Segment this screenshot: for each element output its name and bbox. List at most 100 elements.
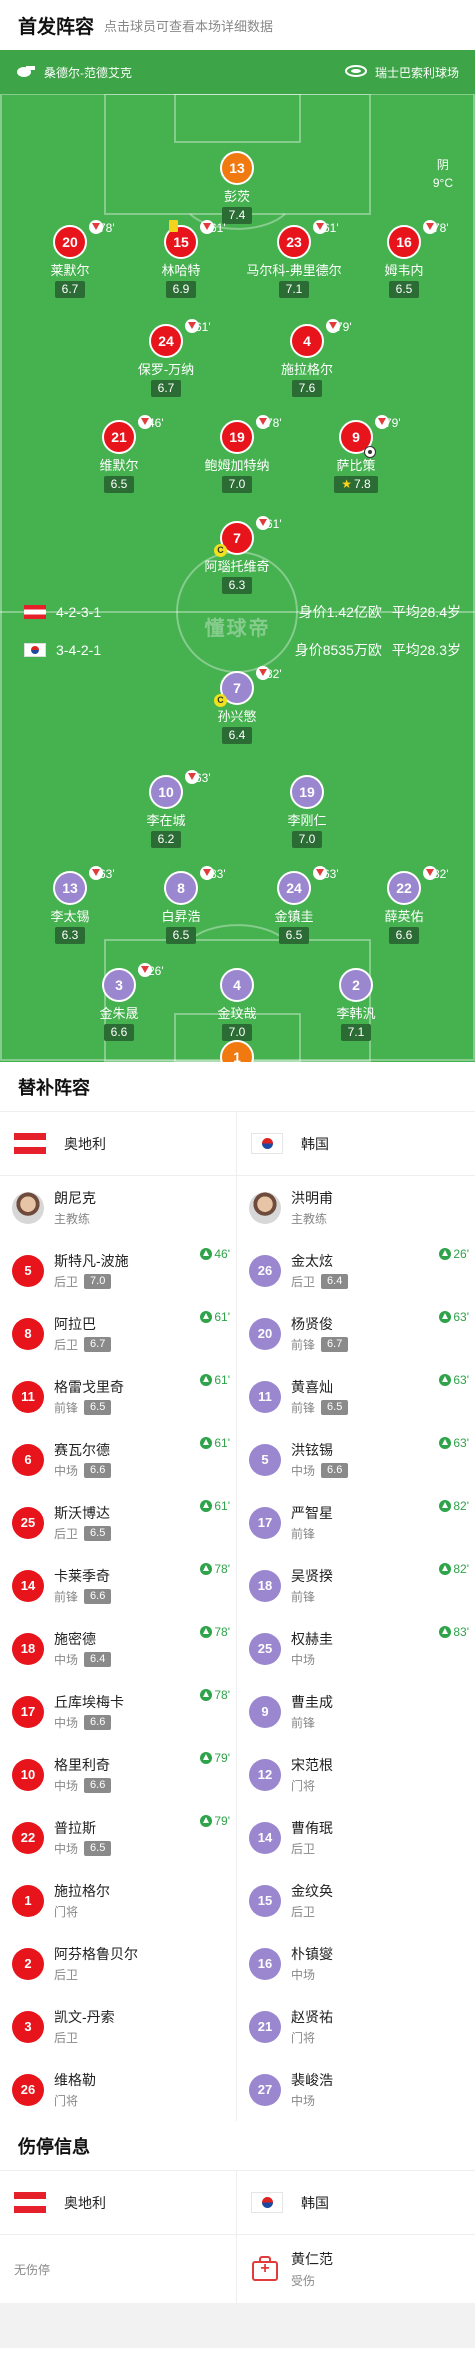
away-player-2[interactable]: 10 63' 李在城 6.2 <box>118 770 214 848</box>
bench-player-row[interactable]: 11 格雷戈里奇 前锋 6.5 61' <box>0 1365 236 1428</box>
home-coach-row[interactable]: 朗尼克 主教练 <box>0 1176 236 1239</box>
injury-row[interactable]: 黄仁范 受伤 <box>237 2235 475 2303</box>
sub-on-minute: 26' <box>453 1247 469 1261</box>
weather-temp: 9°C <box>432 176 453 190</box>
player-marker: 4 <box>220 968 254 1002</box>
bench-player-row[interactable]: 11 黄喜灿 前锋 6.5 63' <box>237 1365 475 1428</box>
bench-player-row[interactable]: 3 凯文-丹索 后卫 <box>0 1995 236 2058</box>
player-rating: 7.1 <box>340 1024 372 1041</box>
bench-player-rating: 6.6 <box>321 1462 349 1478</box>
away-player-3[interactable]: 19 李刚仁 7.0 <box>259 775 355 848</box>
player-marker: 7 61' C <box>214 516 282 557</box>
home-player-2[interactable]: 20 78' 莱默尔 6.7 <box>22 220 118 298</box>
bench-player-row[interactable]: 15 金纹奂 后卫 <box>237 1869 475 1932</box>
bench-player-row[interactable]: 18 吴贤揆 前锋 82' <box>237 1554 475 1617</box>
coach-role: 主教练 <box>54 1211 91 1226</box>
bench-player-row[interactable]: 17 丘库埃梅卡 中场 6.6 78' <box>0 1680 236 1743</box>
yellow-card-icon <box>169 220 178 232</box>
bench-player-row[interactable]: 26 金太炫 后卫 6.4 26' <box>237 1239 475 1302</box>
bench-player-row[interactable]: 26 维格勒 门将 <box>0 2058 236 2121</box>
away-player-7[interactable]: 22 82' 薛英佑 6.6 <box>356 866 452 944</box>
bench-player-position: 中场 <box>54 1778 79 1793</box>
home-coach-label: 桑德尔-范德艾克 <box>44 65 132 80</box>
sub-on-minute: 63' <box>453 1436 469 1450</box>
bench-player-row[interactable]: 12 宋范根 门将 <box>237 1743 475 1806</box>
home-player-4[interactable]: 23 61' 马尔科-弗里德尔 7.1 <box>246 220 342 298</box>
player-name: 莱默尔 <box>50 263 90 278</box>
player-marker: 4 79' <box>290 319 352 358</box>
sub-on-icon <box>200 1752 213 1764</box>
away-player-9[interactable]: 4 金玟哉 7.0 <box>189 968 285 1041</box>
austria-flag-icon <box>14 1133 46 1154</box>
bench-player-row[interactable]: 21 赵贤祐 门将 <box>237 1995 475 2058</box>
player-rating-value: 6.5 <box>395 282 413 296</box>
bench-player-number: 27 <box>249 2073 281 2106</box>
bench-player-row[interactable]: 16 朴镇燮 中场 <box>237 1932 475 1995</box>
bench-player-number: 16 <box>249 1947 281 1980</box>
bench-player-row[interactable]: 20 杨贤俊 前锋 6.7 63' <box>237 1302 475 1365</box>
bench-player-row[interactable]: 27 裴峻浩 中场 <box>237 2058 475 2121</box>
away-player-6[interactable]: 24 63' 金镇圭 6.5 <box>246 866 342 944</box>
bench-player-row[interactable]: 17 严智星 前锋 82' <box>237 1491 475 1554</box>
bench-player-name: 朴镇燮 <box>291 1945 333 1962</box>
away-injury: 韩国 黄仁范 受伤 <box>237 2171 475 2303</box>
bench-player-row[interactable]: 14 卡莱季奇 前锋 6.6 78' <box>0 1554 236 1617</box>
page-footer <box>0 2303 475 2348</box>
away-bench-team[interactable]: 韩国 <box>237 1112 475 1176</box>
away-player-4[interactable]: 13 63' 李太锡 6.3 <box>22 866 118 944</box>
bench-player-row[interactable]: 1 施拉格尔 门将 <box>0 1869 236 1932</box>
bench-player-number: 12 <box>249 1758 281 1791</box>
bench-player-row[interactable]: 14 曹侑珉 后卫 <box>237 1806 475 1869</box>
home-player-5[interactable]: 16 78' 姆韦内 6.5 <box>356 220 452 298</box>
sub-on-indicator: 82' <box>439 1562 469 1576</box>
bench-player-position: 后卫 <box>54 1967 79 1982</box>
away-player-1[interactable]: 7 82' C 孙兴慜 6.4 <box>189 666 285 744</box>
away-player-8[interactable]: 3 26' 金朱晟 6.6 <box>71 963 167 1041</box>
home-player-11[interactable]: 7 61' C 阿瑙托维奇 6.3 <box>189 516 285 594</box>
bench-player-row[interactable]: 25 斯沃博达 后卫 6.5 61' <box>0 1491 236 1554</box>
bench-player-name: 斯沃博达 <box>54 1504 110 1521</box>
bench-player-row[interactable]: 18 施密德 中场 6.4 78' <box>0 1617 236 1680</box>
stadium-label: 瑞士巴索利球场 <box>374 65 459 80</box>
away-injury-team[interactable]: 韩国 <box>237 2171 475 2235</box>
player-number: 8 <box>164 871 198 905</box>
bench-player-row[interactable]: 6 赛瓦尔德 中场 6.6 61' <box>0 1428 236 1491</box>
player-rating-value: 7.0 <box>298 832 316 846</box>
home-player-9[interactable]: 19 78' 鲍姆加特纳 7.0 <box>189 415 285 493</box>
bench-player-name: 严智星 <box>291 1504 333 1521</box>
bench-player-number: 17 <box>249 1506 281 1539</box>
home-player-3[interactable]: 15 61' 林哈特 6.9 <box>133 220 229 298</box>
coach-role: 主教练 <box>291 1211 328 1226</box>
bench-player-row[interactable]: 2 阿芬格鲁贝尔 后卫 <box>0 1932 236 1995</box>
bench-player-row[interactable]: 10 格里利奇 中场 6.6 79' <box>0 1743 236 1806</box>
away-team-summary: 3-4-2-1 身价8535万欧 平均28.3岁 <box>24 640 461 660</box>
away-bench: 韩国 洪明甫 主教练 26 金太炫 后卫 6.4 26' 20 杨贤俊 前锋 6.7 63' 11 黄… <box>237 1112 475 2121</box>
home-injury-team[interactable]: 奥地利 <box>0 2171 236 2235</box>
home-bench-team[interactable]: 奥地利 <box>0 1112 236 1176</box>
player-number: 23 <box>277 225 311 259</box>
player-rating: 6.5 <box>165 927 197 944</box>
player-name: 薛英佑 <box>384 909 424 924</box>
home-player-6[interactable]: 24 61' 保罗-万纳 6.7 <box>118 319 214 397</box>
home-player-7[interactable]: 4 79' 施拉格尔 7.6 <box>259 319 355 397</box>
bench-player-number: 26 <box>249 1254 281 1287</box>
away-player-11[interactable]: 1金承奎6.4 <box>189 1040 285 1062</box>
bench-player-row[interactable]: 22 普拉斯 中场 6.5 79' <box>0 1806 236 1869</box>
away-player-10[interactable]: 2 李韩汎 7.1 <box>308 968 404 1041</box>
sub-on-indicator: 61' <box>200 1373 230 1387</box>
bench-player-row[interactable]: 5 斯特凡-波施 后卫 7.0 46' <box>0 1239 236 1302</box>
bench-player-row[interactable]: 5 洪铉锡 中场 6.6 63' <box>237 1428 475 1491</box>
away-coach-row[interactable]: 洪明甫 主教练 <box>237 1176 475 1239</box>
player-rating: 7.0 <box>221 476 253 493</box>
bench-player-row[interactable]: 25 权赫圭 中场 83' <box>237 1617 475 1680</box>
home-player-10[interactable]: 9 79' 萨比策 ★ 7.8 <box>308 415 404 493</box>
away-player-5[interactable]: 8 83' 白昇浩 6.5 <box>133 866 229 944</box>
sub-minute: 61' <box>266 517 282 531</box>
sub-on-indicator: 61' <box>200 1436 230 1450</box>
bench-player-row[interactable]: 8 阿拉巴 后卫 6.7 61' <box>0 1302 236 1365</box>
home-player-1[interactable]: 13 彭茨 7.4 <box>189 151 285 224</box>
bench-player-row[interactable]: 9 曹圭成 前锋 <box>237 1680 475 1743</box>
bench-player-rating: 6.5 <box>84 1525 112 1541</box>
sub-on-indicator: 78' <box>200 1688 230 1702</box>
home-player-8[interactable]: 21 46' 维默尔 6.5 <box>71 415 167 493</box>
